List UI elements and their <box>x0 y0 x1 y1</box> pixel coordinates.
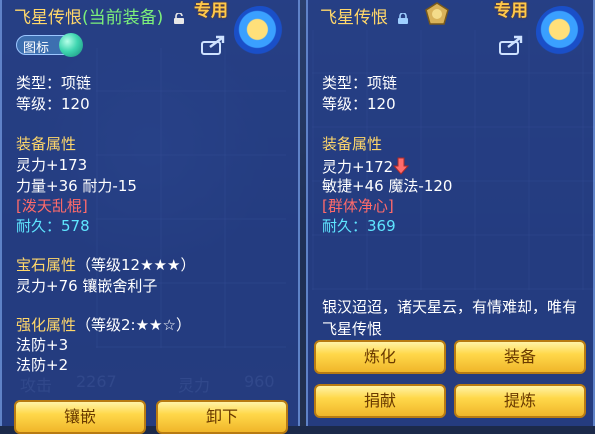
enhance-line-1: 法防+3 <box>16 336 69 354</box>
lock-icon <box>397 9 409 24</box>
gem-header: 宝石属性 <box>16 256 77 274</box>
inlay-button[interactable]: 镶嵌 <box>14 400 146 434</box>
share-icon[interactable] <box>498 34 524 56</box>
gem-attr: 宝石属性（等级12★★★） <box>16 254 195 275</box>
current-equipped-note: (当前装备) <box>82 8 164 28</box>
item-level: 等级：120 <box>16 95 90 113</box>
item-type: 类型：项链 <box>322 74 398 92</box>
special-skill: [泼天乱棍] <box>16 197 88 215</box>
durability: 耐久：369 <box>322 215 396 236</box>
unlock-icon <box>173 9 185 24</box>
attr-line-2: 力量+36 耐力-15 <box>16 177 137 195</box>
enhance-header: 强化属性 <box>16 316 77 334</box>
equip-button[interactable]: 装备 <box>454 340 586 374</box>
share-icon[interactable] <box>200 34 226 56</box>
icon-toggle-label: 图标 <box>23 41 50 56</box>
enhance-line-2: 法防+2 <box>16 356 69 374</box>
durability-value: 369 <box>367 217 396 235</box>
attr-line-1-text: 灵力+172 <box>322 158 394 176</box>
compare-item-title: 飞星传恨 <box>320 3 409 28</box>
equip-attr-header: 装备属性 <box>16 135 77 153</box>
unequip-button[interactable]: 卸下 <box>156 400 288 434</box>
item-name: 飞星传恨 <box>320 8 388 28</box>
emblem-icon <box>234 6 286 58</box>
enhance-level: （等级2:★★☆） <box>76 316 191 334</box>
icon-toggle[interactable]: 图标 <box>16 33 83 57</box>
enhance-attr: 强化属性（等级2:★★☆） <box>16 314 191 335</box>
refine-button[interactable]: 炼化 <box>314 340 446 374</box>
attr-line-2: 敏捷+46 魔法-120 <box>322 177 453 195</box>
gem-line: 灵力+76 镶嵌舍利子 <box>16 277 158 295</box>
equip-attr-header: 装备属性 <box>322 135 383 153</box>
rating-badge-icon <box>424 2 450 26</box>
special-skill: [群体净心] <box>322 197 394 215</box>
toggle-knob-icon <box>59 33 83 57</box>
donate-button[interactable]: 捐献 <box>314 384 446 418</box>
durability: 耐久：578 <box>16 215 90 236</box>
attr-line-1: 灵力+172 <box>322 154 410 177</box>
exclusive-tag: 专用 <box>494 1 528 21</box>
emblem-icon <box>536 6 588 58</box>
item-type: 类型：项链 <box>16 74 92 92</box>
extract-button[interactable]: 提炼 <box>454 384 586 418</box>
gem-level: （等级12★★★） <box>76 256 196 274</box>
flavor-text: 银汉迢迢，诸天星云，有情难却，唯有飞星传恨 <box>322 298 578 338</box>
durability-label: 耐久： <box>322 217 368 235</box>
compare-equipment-panel: 飞星传恨 专用 类型：项链 等级：120 装备属性 灵力+172 敏捷+46 魔… <box>306 0 595 426</box>
item-name: 飞星传恨 <box>14 8 82 28</box>
durability-value: 578 <box>61 217 90 235</box>
attr-line-1: 灵力+173 <box>16 156 88 174</box>
durability-label: 耐久： <box>16 217 62 235</box>
current-item-title: 飞星传恨(当前装备) <box>14 3 185 28</box>
exclusive-tag: 专用 <box>194 1 228 21</box>
current-equipment-panel: 飞星传恨(当前装备) 专用 图标 类型：项链 等级：120 装备属性 灵力+17… <box>0 0 300 434</box>
item-level: 等级：120 <box>322 95 396 113</box>
down-arrow-icon <box>393 157 410 175</box>
